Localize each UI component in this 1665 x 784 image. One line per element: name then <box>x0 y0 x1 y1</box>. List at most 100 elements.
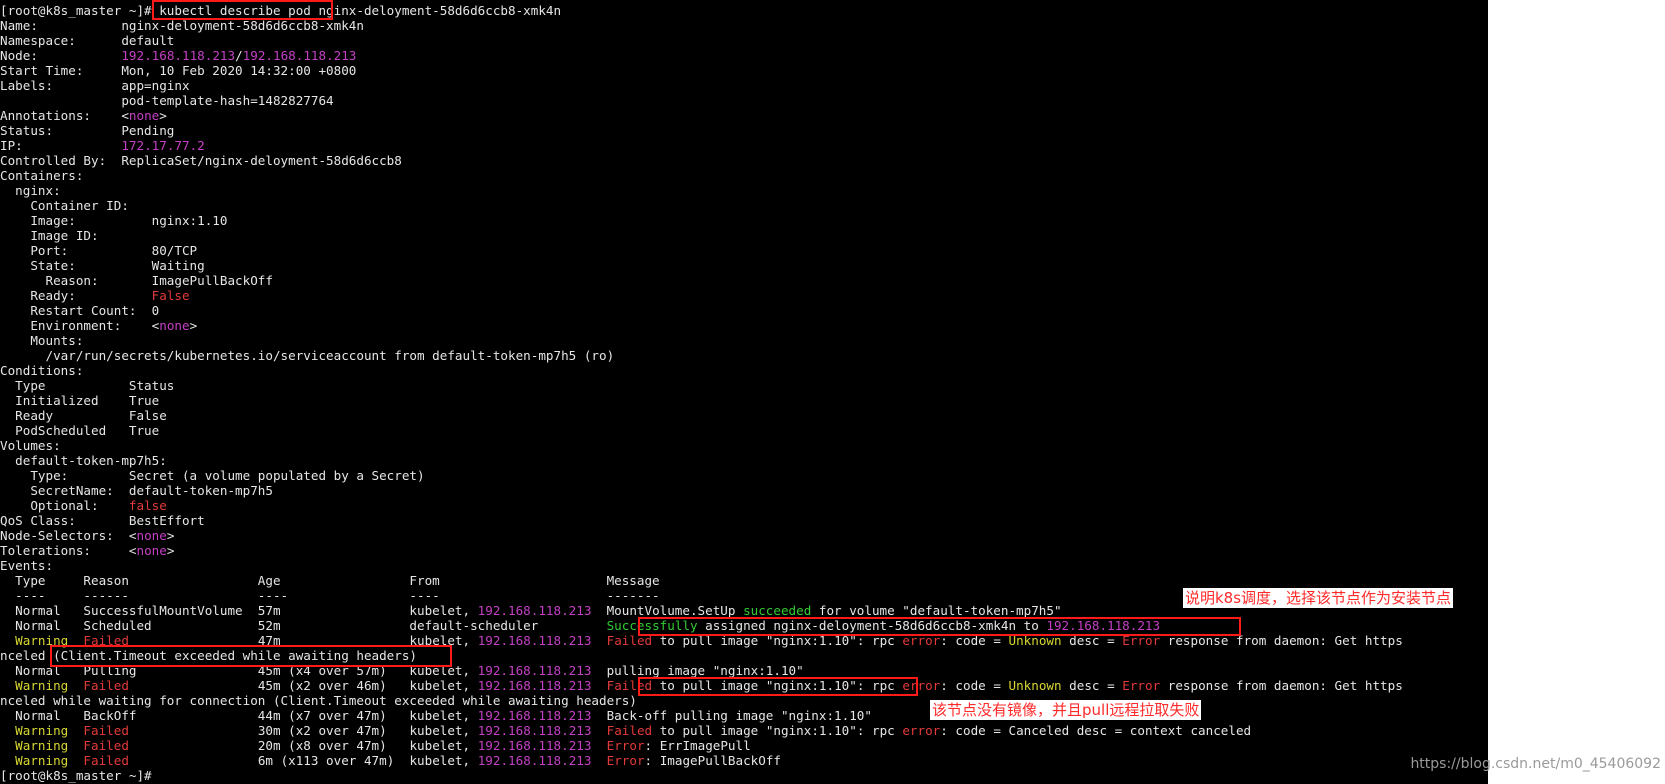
terminal-line: Warning Failed 30m (x2 over 47m) kubelet… <box>0 723 1251 738</box>
terminal-text: : ErrImagePull <box>644 738 751 753</box>
terminal-line: [root@k8s_master ~]# <box>0 768 159 783</box>
terminal-text: desc = <box>1061 678 1123 693</box>
terminal-text: Failed <box>83 753 129 768</box>
terminal-text: Container ID: <box>0 198 129 213</box>
terminal-text: Type Status <box>0 378 175 393</box>
terminal-text: 172.17.77.2 <box>121 138 205 153</box>
terminal-text: Warning <box>15 678 69 693</box>
terminal-text: 192.168.118.213 <box>477 708 592 723</box>
terminal-line: Type Reason Age From Message <box>0 573 660 588</box>
terminal-text: : code = <box>940 678 1009 693</box>
terminal-line: IP: 172.17.77.2 <box>0 138 205 153</box>
terminal-text: Labels: app=nginx <box>0 78 190 93</box>
terminal-line: pod-template-hash=1482827764 <box>0 93 334 108</box>
terminal-text: Optional: <box>0 498 129 513</box>
terminal-text: Failed <box>83 738 129 753</box>
terminal-line: Image: nginx:1.10 <box>0 213 227 228</box>
terminal-text: Node-Selectors: < <box>0 528 137 543</box>
terminal-line: Status: Pending <box>0 123 174 138</box>
terminal-text: 30m (x2 over 47m) kubelet, <box>128 723 478 738</box>
terminal-text: /var/run/secrets/kubernetes.io/serviceac… <box>0 348 615 363</box>
terminal-text: response from daemon: Get https <box>1160 678 1403 693</box>
terminal-text: pod-template-hash=1482827764 <box>0 93 334 108</box>
terminal-line: Labels: app=nginx <box>0 78 190 93</box>
terminal-line: Image ID: <box>0 228 99 243</box>
terminal-text: 192.168.118.213 <box>477 753 592 768</box>
terminal-text: 20m (x8 over 47m) kubelet, <box>128 738 478 753</box>
terminal-text: > <box>166 543 175 558</box>
terminal-line: Port: 80/TCP <box>0 243 197 258</box>
terminal-text: Normal SuccessfulMountVolume 57m kubelet… <box>0 603 478 618</box>
terminal-text: Node: <box>0 48 122 63</box>
terminal-text: Warning <box>15 723 69 738</box>
terminal-text: Normal BackOff 44m (x7 over 47m) kubelet… <box>0 708 478 723</box>
terminal-text: succeeded <box>743 603 812 618</box>
terminal-line: Name: nginx-deloyment-58d6d6ccb8-xmk4n <box>0 18 364 33</box>
terminal-text: none <box>159 318 190 333</box>
terminal-line: Normal BackOff 44m (x7 over 47m) kubelet… <box>0 708 872 723</box>
terminal-text: Initialized True <box>0 393 160 408</box>
terminal-text: Start Time: Mon, 10 Feb 2020 14:32:00 +0… <box>0 63 357 78</box>
terminal-text: Unknown <box>1008 678 1062 693</box>
terminal-text: Warning <box>15 738 69 753</box>
terminal-text: for volume "default-token-mp7h5" <box>811 603 1062 618</box>
terminal-text: Restart Count: 0 <box>0 303 160 318</box>
terminal-line: Normal SuccessfulMountVolume 57m kubelet… <box>0 603 1062 618</box>
terminal-text: 192.168.118.213 <box>477 678 592 693</box>
terminal-line: PodScheduled True <box>0 423 159 438</box>
highlight-failed-to-pull <box>638 677 918 696</box>
terminal-line: Ready: False <box>0 288 189 303</box>
terminal-text: Events: <box>0 558 54 573</box>
terminal-text: 6m (x113 over 47m) kubelet, <box>128 753 478 768</box>
terminal-text: Conditions: <box>0 363 84 378</box>
terminal-line: Controlled By: ReplicaSet/nginx-deloymen… <box>0 153 402 168</box>
terminal-line: Type Status <box>0 378 174 393</box>
terminal-line: nceled while waiting for connection (Cli… <box>0 693 637 708</box>
terminal-line: Warning Failed 20m (x8 over 47m) kubelet… <box>0 738 751 753</box>
terminal-line: Ready False <box>0 408 167 423</box>
terminal-text: > <box>166 528 175 543</box>
terminal-line: Node-Selectors: <none> <box>0 528 174 543</box>
terminal-line: Warning Failed 6m (x113 over 47m) kubele… <box>0 753 781 768</box>
terminal-text: Error <box>1122 678 1161 693</box>
terminal-text: Name: nginx-deloyment-58d6d6ccb8-xmk4n <box>0 18 364 33</box>
terminal-text: none <box>136 543 167 558</box>
terminal-text: Containers: <box>0 168 84 183</box>
terminal-text: Ready False <box>0 408 167 423</box>
terminal-text: Volumes: <box>0 438 61 453</box>
terminal-text: / <box>235 48 243 63</box>
terminal-line: Namespace: default <box>0 33 174 48</box>
terminal-text: Mounts: <box>0 333 84 348</box>
terminal-text: SecretName: default-token-mp7h5 <box>0 483 273 498</box>
terminal-line: QoS Class: BestEffort <box>0 513 205 528</box>
terminal-text: false <box>128 498 167 513</box>
terminal-line: Mounts: <box>0 333 83 348</box>
terminal-line: Annotations: <none> <box>0 108 167 123</box>
terminal-text: error <box>902 723 941 738</box>
terminal-text: Namespace: default <box>0 33 175 48</box>
terminal-text: Port: 80/TCP <box>0 243 198 258</box>
terminal-text: > <box>189 318 198 333</box>
terminal-text: 192.168.118.213 <box>477 738 592 753</box>
terminal-line: Tolerations: <none> <box>0 543 174 558</box>
terminal-line: Events: <box>0 558 53 573</box>
terminal-line: default-token-mp7h5: <box>0 453 167 468</box>
terminal-text: Failed <box>83 678 129 693</box>
terminal-text: Annotations: < <box>0 108 129 123</box>
terminal-line: Environment: <none> <box>0 318 197 333</box>
terminal-line: SecretName: default-token-mp7h5 <box>0 483 273 498</box>
terminal-line: /var/run/secrets/kubernetes.io/serviceac… <box>0 348 614 363</box>
terminal-text: Error <box>606 753 645 768</box>
terminal-text: Image ID: <box>0 228 99 243</box>
terminal-text: nceled while waiting for connection (Cli… <box>0 693 637 708</box>
terminal-text: QoS Class: BestEffort <box>0 513 205 528</box>
terminal-text: nginx: <box>0 183 61 198</box>
